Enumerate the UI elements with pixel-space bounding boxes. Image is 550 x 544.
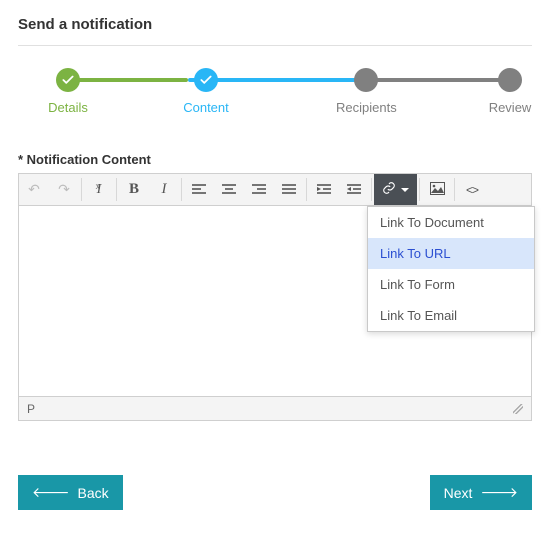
resize-handle[interactable]: [513, 404, 523, 414]
back-button[interactable]: 🡐 Back: [18, 475, 123, 510]
arrow-left-icon: 🡐: [32, 484, 70, 501]
indent-button[interactable]: [339, 174, 369, 205]
remove-format-button[interactable]: Ix: [84, 174, 114, 205]
align-right-button[interactable]: [244, 174, 274, 205]
align-left-button[interactable]: [184, 174, 214, 205]
separator: [419, 178, 420, 201]
separator: [116, 178, 117, 201]
check-icon: [194, 68, 218, 92]
image-button[interactable]: [422, 174, 452, 205]
indent-icon: [347, 184, 361, 196]
next-button-label: Next: [444, 485, 473, 501]
page-title: Send a notification: [18, 16, 532, 33]
outdent-icon: [317, 184, 331, 196]
menu-item-link-email[interactable]: Link To Email: [368, 300, 534, 331]
chevron-down-icon: [401, 188, 409, 192]
align-right-icon: [252, 184, 266, 196]
step-dot: [354, 68, 378, 92]
undo-button[interactable]: ↶: [19, 174, 49, 205]
step-label: Recipients: [336, 100, 396, 115]
back-button-label: Back: [78, 485, 109, 501]
check-icon: [56, 68, 80, 92]
step-label: Content: [176, 100, 236, 115]
remove-format-icon: Ix: [97, 182, 102, 198]
align-left-icon: [192, 184, 206, 196]
rich-text-editor: ↶ ↷ Ix B I: [18, 173, 532, 421]
button-row: 🡐 Back Next 🡒: [18, 475, 532, 510]
source-button[interactable]: <>: [457, 174, 487, 205]
step-details[interactable]: Details: [38, 68, 98, 115]
separator: [81, 178, 82, 201]
separator: [371, 178, 372, 201]
divider: [18, 45, 532, 46]
outdent-button[interactable]: [309, 174, 339, 205]
align-center-icon: [222, 184, 236, 196]
stepper: Details Content Recipients Review: [18, 68, 532, 128]
step-recipients[interactable]: Recipients: [336, 68, 396, 115]
next-button[interactable]: Next 🡒: [430, 475, 532, 510]
step-content[interactable]: Content: [176, 68, 236, 115]
align-justify-icon: [282, 184, 296, 196]
step-review[interactable]: Review: [480, 68, 540, 115]
step-label: Details: [38, 100, 98, 115]
link-dropdown-button[interactable]: Link To Document Link To URL Link To For…: [374, 174, 417, 205]
image-icon: [430, 182, 445, 198]
editor-footer: P: [19, 396, 531, 420]
step-dot: [498, 68, 522, 92]
menu-item-link-url[interactable]: Link To URL: [368, 238, 534, 269]
arrow-right-icon: 🡒: [480, 484, 518, 501]
bold-button[interactable]: B: [119, 174, 149, 205]
menu-item-link-document[interactable]: Link To Document: [368, 207, 534, 238]
align-justify-button[interactable]: [274, 174, 304, 205]
separator: [454, 178, 455, 201]
menu-item-link-form[interactable]: Link To Form: [368, 269, 534, 300]
redo-button[interactable]: ↷: [49, 174, 79, 205]
align-center-button[interactable]: [214, 174, 244, 205]
link-icon: [382, 181, 396, 198]
editor-toolbar: ↶ ↷ Ix B I: [19, 174, 531, 206]
step-label: Review: [480, 100, 540, 115]
separator: [306, 178, 307, 201]
italic-button[interactable]: I: [149, 174, 179, 205]
field-label: * Notification Content: [18, 152, 532, 167]
link-dropdown-menu: Link To Document Link To URL Link To For…: [367, 206, 535, 332]
element-path[interactable]: P: [27, 402, 35, 416]
separator: [181, 178, 182, 201]
